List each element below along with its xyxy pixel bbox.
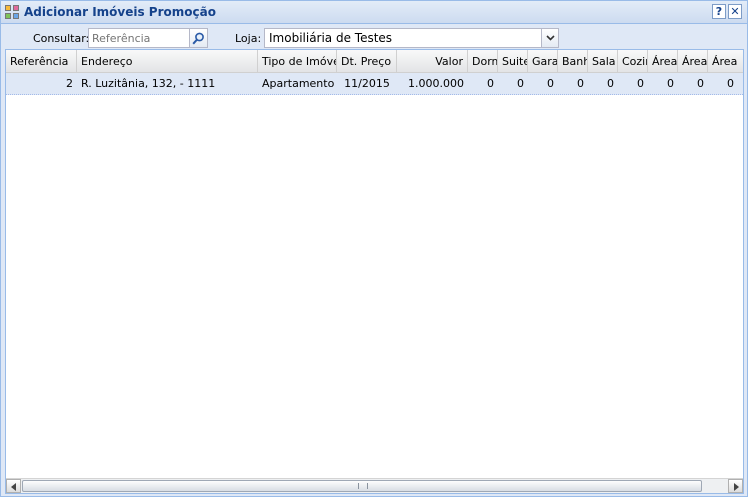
col-endereco[interactable]: Endereço	[77, 50, 258, 73]
col-dorm[interactable]: Dorm	[468, 50, 498, 73]
loja-selected-value: Imobiliária de Testes	[269, 31, 393, 45]
table-row[interactable]: 2 R. Luzitânia, 132, - 1111 Apartamento …	[6, 73, 743, 95]
search-button[interactable]	[190, 28, 208, 48]
app-grid-icon	[5, 5, 20, 20]
col-suite[interactable]: Suite	[498, 50, 528, 73]
col-area-1[interactable]: Área	[648, 50, 678, 73]
chevron-down-icon	[546, 35, 555, 41]
col-referencia[interactable]: Referência	[6, 50, 77, 73]
loja-combobox[interactable]: Imobiliária de Testes	[264, 28, 559, 48]
dialog-window: Adicionar Imóveis Promoção ? ✕ Consultar…	[0, 0, 748, 497]
col-area-2[interactable]: Área	[678, 50, 708, 73]
col-sala[interactable]: Sala	[588, 50, 618, 73]
cell-dorm: 0	[487, 77, 494, 90]
cell-dt-preco: 11/2015	[344, 77, 390, 90]
cell-endereco: R. Luzitânia, 132, - 1111	[81, 77, 216, 90]
cell-referencia: 2	[66, 77, 73, 90]
cell-banheiro: 0	[577, 77, 584, 90]
loja-dropdown-trigger[interactable]	[541, 29, 558, 47]
col-tipo-imovel[interactable]: Tipo de Imóvel	[258, 50, 337, 73]
horizontal-scrollbar[interactable]	[6, 478, 743, 493]
cell-sala: 0	[607, 77, 614, 90]
col-garagem[interactable]: Gara	[528, 50, 558, 73]
col-cozinha[interactable]: Cozir	[618, 50, 648, 73]
consultar-label: Consultar:	[33, 32, 90, 45]
help-button[interactable]: ?	[712, 4, 726, 19]
cell-area-3: 0	[727, 77, 734, 90]
cell-tipo: Apartamento	[262, 77, 335, 90]
arrow-right-icon	[734, 483, 739, 491]
scroll-thumb[interactable]	[22, 480, 702, 492]
magnifier-icon	[192, 32, 204, 45]
close-button[interactable]: ✕	[728, 4, 742, 19]
dialog-title: Adicionar Imóveis Promoção	[24, 5, 216, 19]
imoveis-grid: Referência Endereço Tipo de Imóvel Dt. P…	[5, 49, 744, 494]
cell-cozinha: 0	[637, 77, 644, 90]
cell-area-2: 0	[697, 77, 704, 90]
search-input[interactable]	[88, 28, 190, 48]
col-banheiro[interactable]: Banh	[558, 50, 588, 73]
cell-area-1: 0	[667, 77, 674, 90]
cell-valor: 1.000.000	[408, 77, 464, 90]
grid-header: Referência Endereço Tipo de Imóvel Dt. P…	[6, 50, 743, 73]
col-dt-preco[interactable]: Dt. Preço	[337, 50, 397, 73]
cell-suite: 0	[517, 77, 524, 90]
scroll-right-button[interactable]	[728, 479, 743, 493]
loja-label: Loja:	[235, 32, 262, 45]
scroll-left-button[interactable]	[6, 479, 21, 493]
title-bar[interactable]: Adicionar Imóveis Promoção ? ✕	[1, 1, 747, 24]
filter-toolbar: Consultar: Loja: Imobiliária de Testes	[1, 25, 747, 49]
scroll-grip-icon	[358, 483, 368, 489]
col-area-3[interactable]: Área	[708, 50, 743, 73]
cell-garagem: 0	[547, 77, 554, 90]
col-valor[interactable]: Valor	[397, 50, 468, 73]
arrow-left-icon	[11, 483, 16, 491]
